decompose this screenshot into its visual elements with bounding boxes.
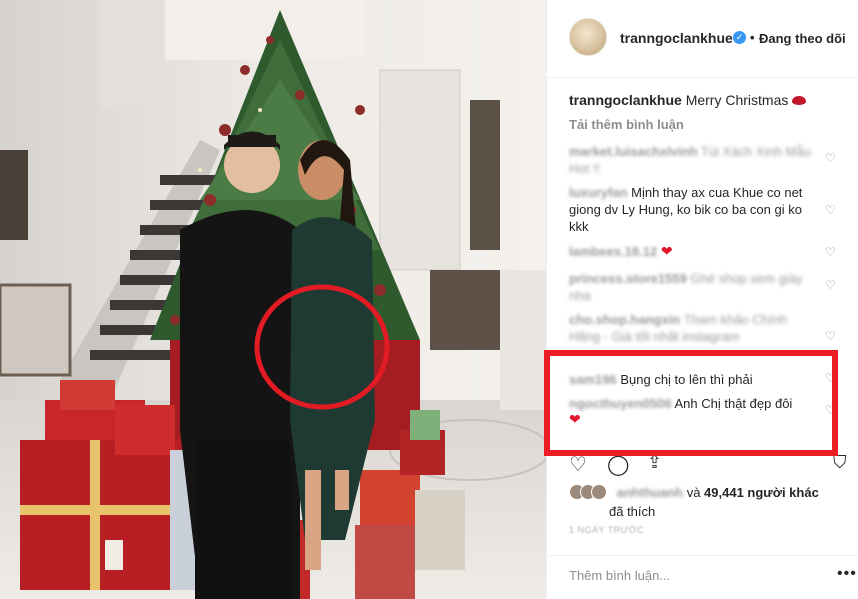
likes-connector: và [686,485,701,500]
like-comment-heart-icon[interactable]: ♡ [825,246,837,258]
like-comment-heart-icon[interactable]: ♡ [825,279,837,291]
comment-username[interactable]: market.luisachxlvinh [569,144,698,159]
comment: luxuryfan Mịnh thay ax cua Khue co net g… [569,184,819,235]
caption-text: Merry Christmas [685,92,789,108]
add-comment-bar: Thêm bình luận... ••• [547,555,858,599]
comment-username[interactable]: luxuryfan [569,185,628,200]
post-sidebar: tranngoclankhue ✓ • Đang theo dõi tranng… [546,0,858,599]
comment: market.luisachxlvinh Túi Xách Xinh Mẫu H… [569,143,819,177]
post-header: tranngoclankhue ✓ • Đang theo dõi [547,0,858,78]
load-more-comments[interactable]: Tải thêm bình luận [569,117,684,132]
christmas-photo [0,0,546,599]
likes-count[interactable]: 49,441 người khác [704,485,819,500]
highlight-box [544,350,838,456]
comment-username[interactable]: princess.store1559 [569,271,687,286]
kiss-lips-icon [792,96,807,105]
post-timestamp[interactable]: 1 NGÀY TRƯỚC [569,525,644,535]
comment: cho.shop.hangxin Tham khảo Chính Hãng - … [569,311,819,345]
add-comment-input[interactable]: Thêm bình luận... [569,568,670,583]
like-comment-heart-icon[interactable]: ♡ [825,204,837,216]
following-button[interactable]: Đang theo dõi [759,31,846,46]
comment-username[interactable]: cho.shop.hangxin [569,312,680,327]
verified-badge-icon: ✓ [733,31,746,44]
comment-text: ❤ [660,243,673,259]
comment: princess.store1559 Ghé shop xem giày nha [569,270,819,304]
post-caption: tranngoclankhue Merry Christmas [569,92,807,108]
avatar[interactable] [569,18,607,56]
post-username[interactable]: tranngoclankhue [620,30,733,46]
likes-summary: anhthuanh và 49,441 người khác đã thích [569,484,819,519]
more-options-icon[interactable]: ••• [837,565,857,583]
post-photo[interactable] [0,0,546,599]
like-comment-heart-icon[interactable]: ♡ [825,330,837,342]
liker-username[interactable]: anhthuanh [617,485,683,500]
separator-dot: • [750,30,755,45]
likes-suffix: đã thích [609,504,656,519]
liker-avatar [591,484,607,500]
comment: lambees.18.12 ❤ [569,243,819,260]
comment-username[interactable]: lambees.18.12 [569,244,657,259]
like-comment-heart-icon[interactable]: ♡ [825,152,837,164]
caption-username[interactable]: tranngoclankhue [569,92,682,108]
